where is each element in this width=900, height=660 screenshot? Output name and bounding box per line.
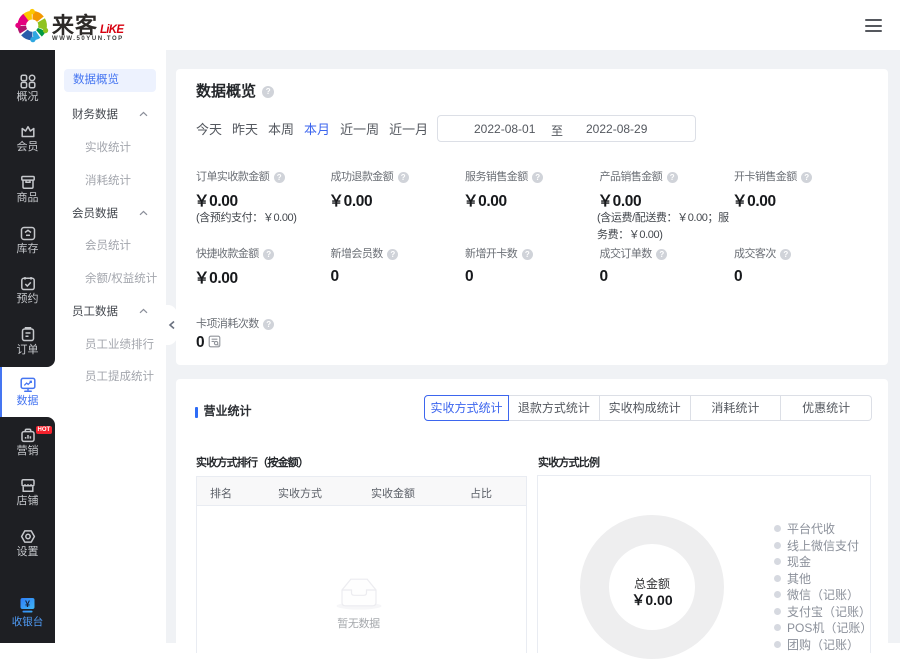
svg-text:¥: ¥ [25, 599, 30, 609]
svg-text:LiKE: LiKE [100, 24, 124, 36]
svg-text:WWW.50YUN.TOP: WWW.50YUN.TOP [52, 36, 124, 42]
svg-text:来客: 来客 [51, 13, 98, 38]
